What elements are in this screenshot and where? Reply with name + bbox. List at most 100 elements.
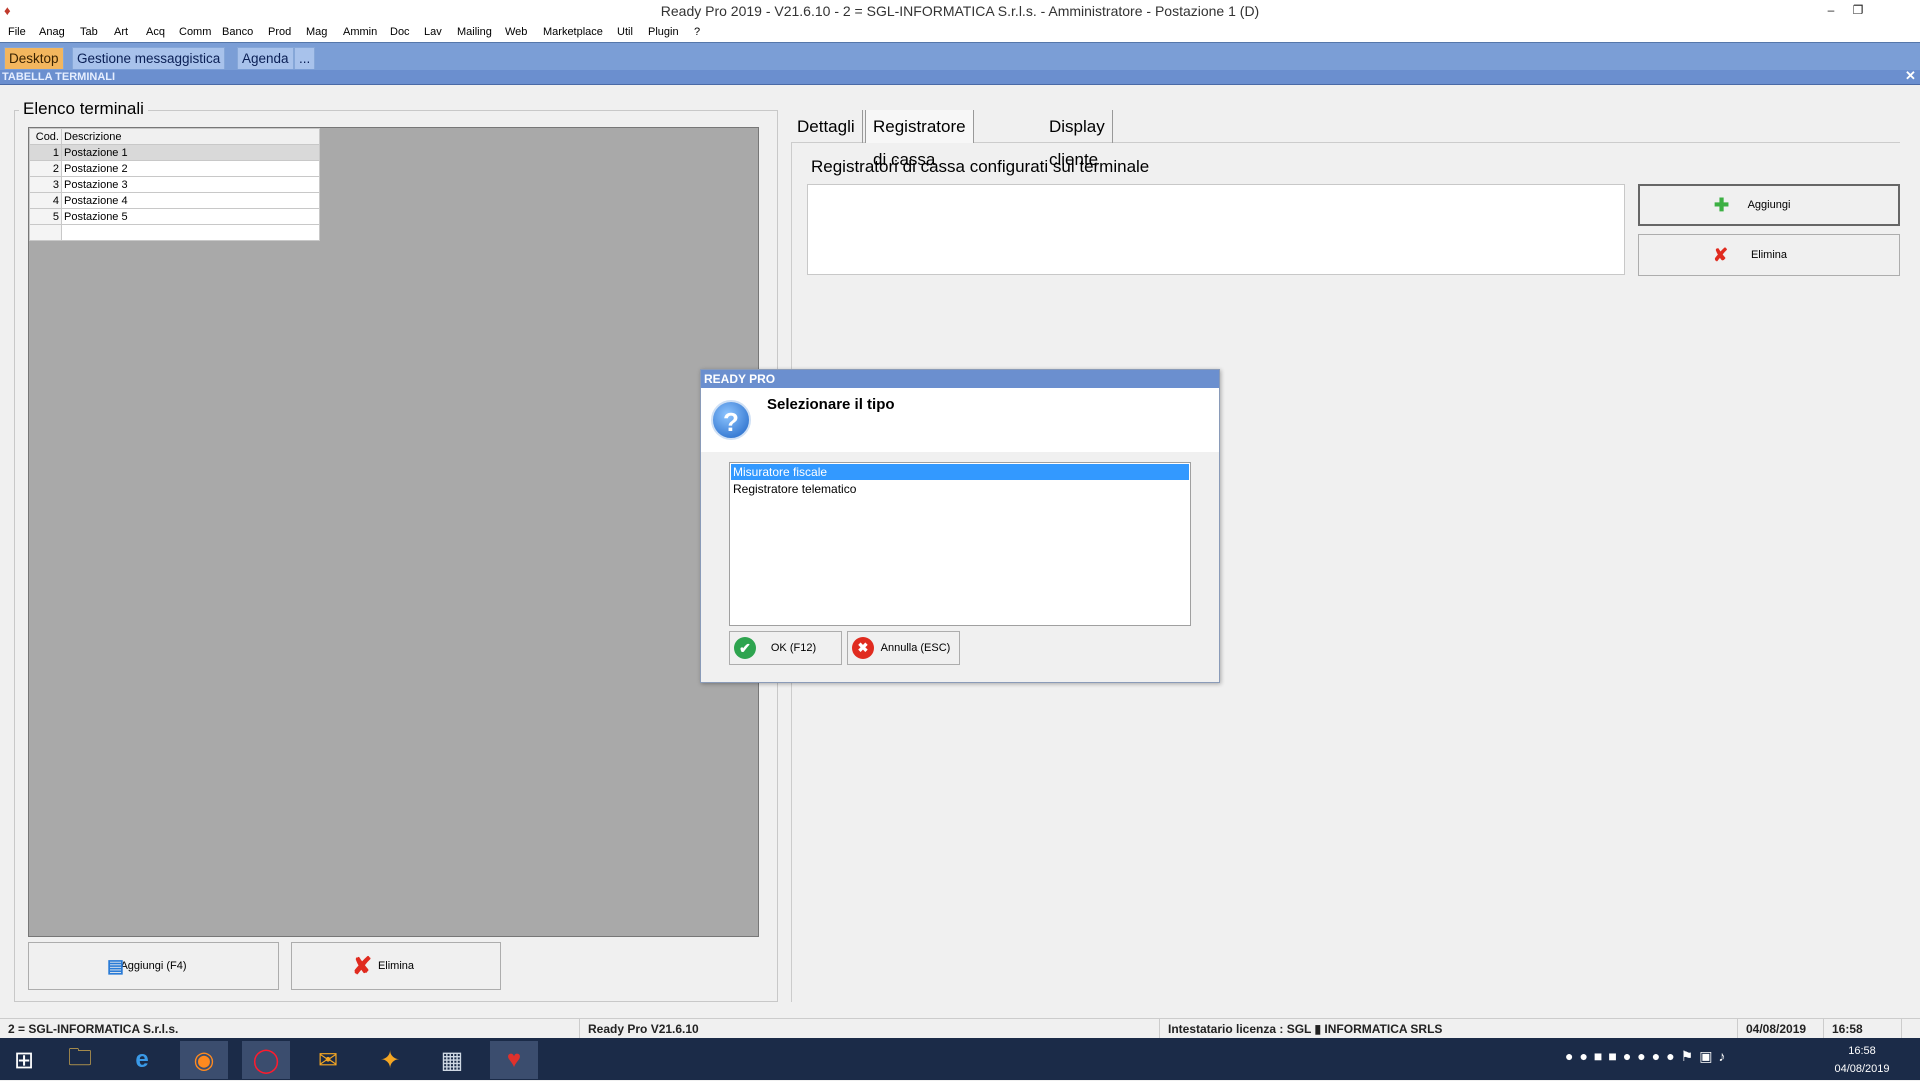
- windows-start-icon[interactable]: ⊞: [0, 1041, 48, 1079]
- dialog-title: READY PRO: [704, 372, 776, 386]
- menu-tab[interactable]: Tab: [80, 26, 98, 38]
- delete-register-button[interactable]: ✘ Elimina: [1638, 234, 1900, 276]
- menu-acq[interactable]: Acq: [146, 26, 165, 38]
- cell-description: Postazione 3: [61, 176, 320, 193]
- close-icon[interactable]: ✕: [1905, 68, 1916, 84]
- restore-button[interactable]: ❐: [1842, 0, 1874, 22]
- check-icon: ✔: [734, 637, 756, 659]
- cell-description: Postazione 2: [61, 160, 320, 177]
- registers-list[interactable]: [807, 184, 1625, 275]
- table-row[interactable]: 3 Postazione 3: [29, 176, 320, 193]
- delete-terminal-button[interactable]: ✘ Elimina: [291, 942, 501, 990]
- menu-doc[interactable]: Doc: [390, 26, 410, 38]
- cell-description: Postazione 4: [61, 192, 320, 209]
- terminals-grid-background: [28, 127, 759, 937]
- add-terminal-button[interactable]: ▤ Aggiungi (F4): [28, 942, 279, 990]
- status-date: 04/08/2019: [1738, 1019, 1824, 1039]
- delete-x-icon: ✘: [352, 952, 373, 980]
- cell-code: 4: [29, 192, 62, 209]
- add-device-icon: ▤: [107, 955, 125, 976]
- menu-mag[interactable]: Mag: [306, 26, 327, 38]
- cell-code-empty: [29, 224, 62, 241]
- menu-comm[interactable]: Comm: [179, 26, 211, 38]
- table-row[interactable]: 5 Postazione 5: [29, 208, 320, 225]
- section-header: [0, 70, 1920, 85]
- opera-icon[interactable]: ◯: [242, 1041, 290, 1079]
- menu-help[interactable]: ?: [694, 26, 700, 38]
- cell-description: Postazione 1: [61, 144, 320, 161]
- cancel-label: Annulla (ESC): [880, 642, 951, 654]
- table-header-row: Cod. Descrizione: [29, 128, 320, 145]
- status-version: Ready Pro V21.6.10: [580, 1019, 1160, 1039]
- section-title: TABELLA TERMINALI: [2, 71, 116, 83]
- menu-bar: File Anag Tab Art Acq Comm Banco Prod Ma…: [0, 22, 1920, 42]
- menu-anag[interactable]: Anag: [39, 26, 65, 38]
- dialog-prompt: Selezionare il tipo: [767, 396, 895, 413]
- tab-desktop[interactable]: Desktop: [4, 47, 64, 69]
- delete-register-label: Elimina: [1750, 249, 1788, 261]
- fox-app-icon[interactable]: ✦: [366, 1041, 414, 1079]
- terminals-table[interactable]: Cod. Descrizione 1 Postazione 1 2 Postaz…: [29, 128, 320, 241]
- system-tray-icons[interactable]: ●●■■●●●●⚑▣♪: [1565, 1048, 1731, 1065]
- file-explorer-icon[interactable]: 🗀: [56, 1041, 104, 1079]
- menu-mailing[interactable]: Mailing: [457, 26, 492, 38]
- tab-registratore-di-cassa[interactable]: Registratore di cassa: [865, 110, 974, 169]
- menu-util[interactable]: Util: [617, 26, 633, 38]
- delete-x-icon: ✘: [1713, 244, 1729, 265]
- column-header-description[interactable]: Descrizione: [61, 128, 320, 145]
- add-register-button[interactable]: ✚ Aggiungi: [1638, 184, 1900, 226]
- ok-label: OK (F12): [770, 642, 817, 654]
- menu-ammin[interactable]: Ammin: [343, 26, 377, 38]
- firefox-icon[interactable]: ◉: [180, 1041, 228, 1079]
- menu-plugin[interactable]: Plugin: [648, 26, 679, 38]
- internet-explorer-icon[interactable]: e: [118, 1041, 166, 1079]
- registers-list-title: Registratori di cassa configurati sul te…: [811, 157, 1150, 176]
- taskbar-clock-date[interactable]: 04/08/2019: [1832, 1063, 1892, 1075]
- add-register-label: Aggiungi: [1747, 199, 1791, 211]
- list-item[interactable]: Misuratore fiscale: [731, 464, 1189, 480]
- menu-lav[interactable]: Lav: [424, 26, 442, 38]
- table-row[interactable]: 2 Postazione 2: [29, 160, 320, 177]
- cancel-x-icon: ✖: [852, 637, 874, 659]
- cell-description: Postazione 5: [61, 208, 320, 225]
- menu-marketplace[interactable]: Marketplace: [543, 26, 603, 38]
- tab-more[interactable]: ...: [294, 47, 316, 69]
- table-new-row[interactable]: [29, 224, 320, 241]
- tab-dettagli[interactable]: Dettagli: [790, 110, 863, 143]
- type-listbox[interactable]: Misuratore fiscale Registratore telemati…: [729, 462, 1191, 626]
- list-item[interactable]: Registratore telematico: [731, 481, 1189, 497]
- status-license: Intestatario licenza : SGL ▮ INFORMATICA…: [1160, 1019, 1738, 1039]
- ready-pro-strawberry-icon[interactable]: ♥: [490, 1041, 538, 1079]
- select-type-dialog: READY PRO ? Selezionare il tipo Misurato…: [700, 369, 1220, 683]
- delete-terminal-label: Elimina: [377, 960, 415, 972]
- cell-description-empty: [61, 224, 320, 241]
- ok-button[interactable]: ✔ OK (F12): [729, 631, 842, 665]
- question-icon: ?: [711, 400, 751, 440]
- menu-art[interactable]: Art: [114, 26, 128, 38]
- cancel-button[interactable]: ✖ Annulla (ESC): [847, 631, 960, 665]
- table-row[interactable]: 4 Postazione 4: [29, 192, 320, 209]
- dialog-title-bar[interactable]: [701, 370, 1219, 388]
- cell-code: 1: [29, 144, 62, 161]
- cell-code: 3: [29, 176, 62, 193]
- mail-client-icon[interactable]: ✉: [304, 1041, 352, 1079]
- table-row[interactable]: 1 Postazione 1: [29, 144, 320, 161]
- calculator-icon[interactable]: ▦: [428, 1041, 476, 1079]
- terminals-group-title: Elenco terminali: [19, 99, 148, 119]
- status-time: 16:58: [1824, 1019, 1902, 1039]
- tab-gestione-messaggistica[interactable]: Gestione messaggistica: [72, 47, 226, 69]
- cell-code: 2: [29, 160, 62, 177]
- taskbar-clock-time[interactable]: 16:58: [1840, 1045, 1884, 1057]
- plus-icon: ✚: [1714, 194, 1730, 215]
- menu-prod[interactable]: Prod: [268, 26, 291, 38]
- tab-agenda[interactable]: Agenda: [237, 47, 294, 69]
- tab-display-cliente[interactable]: Display cliente: [1042, 110, 1113, 169]
- menu-file[interactable]: File: [8, 26, 26, 38]
- menu-web[interactable]: Web: [505, 26, 527, 38]
- menu-banco[interactable]: Banco: [222, 26, 253, 38]
- window-title: Ready Pro 2019 - V21.6.10 - 2 = SGL-INFO…: [660, 3, 1260, 19]
- status-company: 2 = SGL-INFORMATICA S.r.l.s.: [0, 1019, 580, 1039]
- column-header-code[interactable]: Cod.: [29, 128, 62, 145]
- document-tabs-bar: Desktop Gestione messaggistica Agenda ..…: [0, 42, 1920, 70]
- status-bar: 2 = SGL-INFORMATICA S.r.l.s. Ready Pro V…: [0, 1018, 1920, 1039]
